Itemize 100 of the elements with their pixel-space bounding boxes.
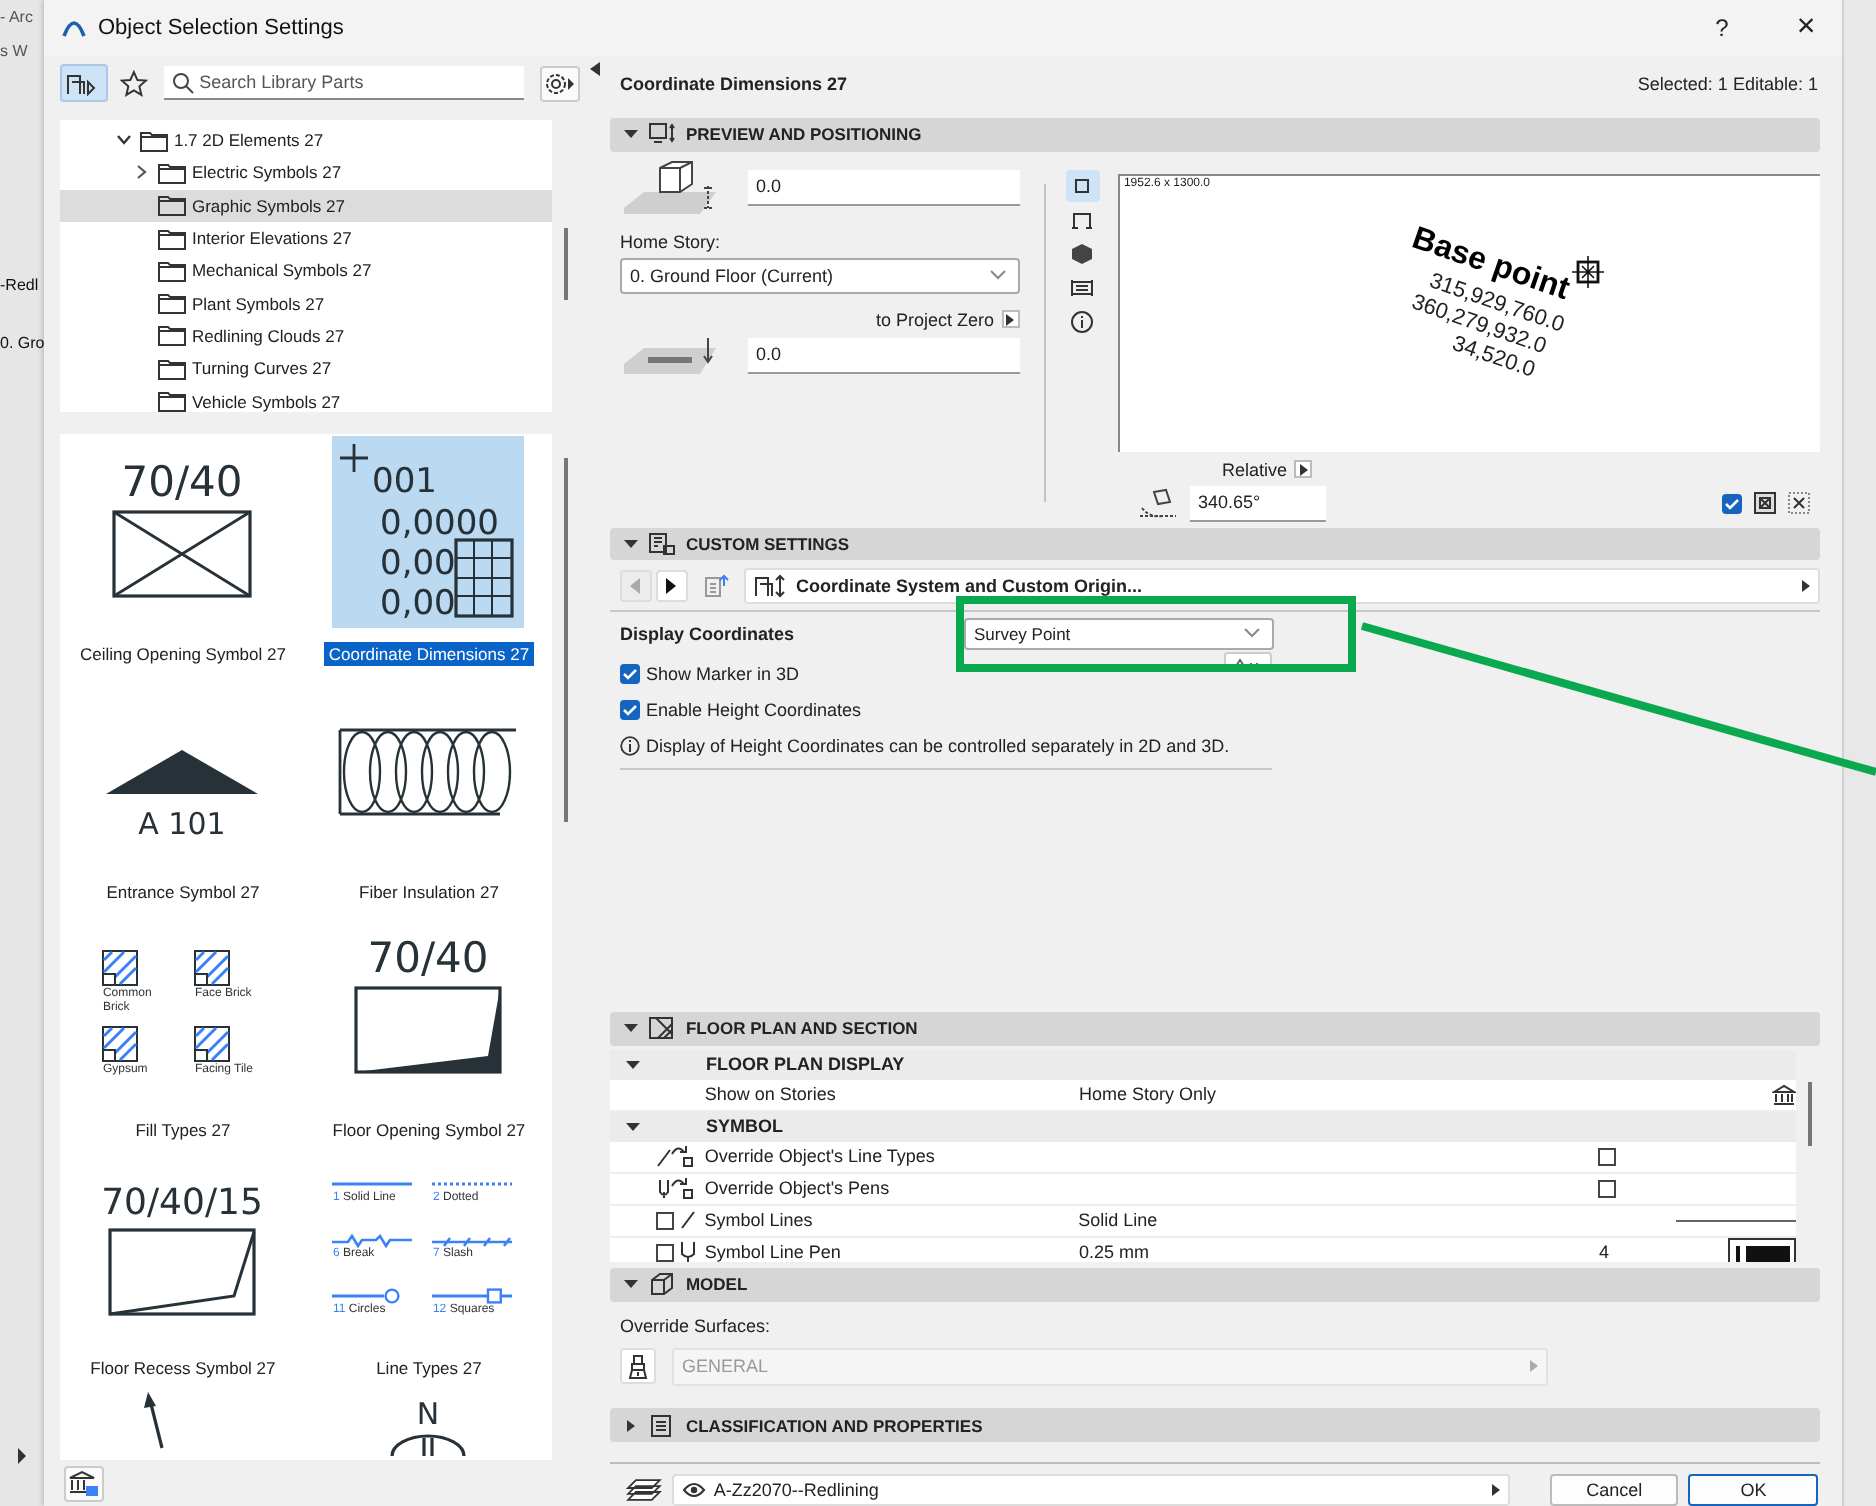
line-sample[interactable] — [1675, 1217, 1796, 1224]
folder-icon — [157, 227, 186, 250]
surface-brush-button[interactable] — [619, 1348, 656, 1385]
view-button[interactable] — [1065, 169, 1100, 202]
cancel-button[interactable]: Cancel — [1549, 1474, 1679, 1506]
folder-icon — [157, 194, 186, 217]
library-menu-button[interactable] — [59, 64, 108, 102]
help-button[interactable]: ? — [1686, 0, 1759, 56]
caret-icon — [623, 128, 638, 141]
property-value[interactable]: Home Story Only — [1078, 1084, 1599, 1105]
project-elevation-field[interactable]: 0.0 — [747, 337, 1020, 374]
part-thumbnail[interactable]: 001 0,0000 0,00 0,00 — [332, 436, 525, 628]
library-manager-button[interactable] — [63, 1465, 104, 1501]
part-thumbnail[interactable]: 70/40 — [86, 436, 279, 628]
search-input[interactable]: Search Library Parts — [199, 72, 520, 92]
section-icon — [647, 1016, 676, 1041]
tree-item[interactable]: Mechanical Symbols 27 — [59, 254, 552, 287]
expand-icon[interactable] — [625, 1121, 640, 1132]
collapse-icon[interactable] — [589, 62, 600, 76]
part-name[interactable]: Line Types 27 — [372, 1356, 486, 1380]
page-selector[interactable]: Coordinate System and Custom Origin... — [743, 568, 1820, 605]
part-name[interactable]: Entrance Symbol 27 — [102, 880, 264, 904]
ok-button[interactable]: OK — [1688, 1474, 1818, 1506]
search-field[interactable]: Search Library Parts — [163, 66, 525, 100]
tree-item[interactable]: Interior Elevations 27 — [59, 221, 552, 255]
part-name[interactable]: Coordinate Dimensions 27 — [324, 642, 534, 666]
line-sample-icon — [332, 1232, 413, 1248]
part-name[interactable]: Fiber Insulation 27 — [355, 880, 503, 904]
thumbnail-text: 001 — [372, 462, 438, 502]
tree-item[interactable]: Redlining Clouds 27 — [59, 319, 552, 353]
expand-icon[interactable] — [16, 1448, 28, 1464]
property-value[interactable]: 0.25 mm — [1078, 1242, 1599, 1262]
part-name[interactable]: Ceiling Opening Symbol 27 — [75, 642, 290, 666]
page-list-icon[interactable] — [703, 574, 732, 599]
reference-menu-button[interactable] — [1001, 310, 1020, 329]
part-thumbnail[interactable]: N — [332, 1388, 525, 1460]
group-title: FLOOR PLAN DISPLAY — [705, 1054, 905, 1075]
checkbox[interactable] — [1598, 1147, 1617, 1166]
expand-icon[interactable] — [625, 1059, 640, 1070]
marker-icon — [1571, 254, 1605, 288]
folder-icon — [157, 357, 186, 380]
plus-icon — [339, 442, 371, 474]
stories-icon[interactable] — [1771, 1083, 1796, 1106]
section-header[interactable]: MODEL — [609, 1267, 1820, 1302]
angle-reference-label: Relative — [1221, 459, 1287, 480]
background-text: - Arc — [0, 8, 35, 26]
chevron-icon[interactable] — [115, 134, 132, 147]
line-override-icon — [656, 1145, 697, 1168]
display-coordinates-dropdown[interactable]: Survey Point — [963, 617, 1274, 650]
angle-field[interactable]: 340.65° — [1189, 485, 1326, 522]
part-thumbnail[interactable]: 70/40 — [332, 912, 525, 1104]
tree-item[interactable]: Turning Curves 27 — [59, 352, 552, 385]
section-header[interactable]: CLASSIFICATION AND PROPERTIES — [609, 1408, 1820, 1443]
part-thumbnail[interactable]: 70/40/15 — [86, 1150, 279, 1342]
star-icon[interactable] — [119, 69, 148, 97]
part-thumbnail[interactable]: A 101 — [86, 674, 279, 866]
checkbox[interactable] — [619, 663, 640, 684]
part-name[interactable]: Fill Types 27 — [131, 1118, 235, 1142]
settings-button[interactable] — [540, 65, 580, 101]
view-icon — [1070, 309, 1095, 334]
checkbox[interactable] — [1598, 1179, 1617, 1198]
close-button[interactable]: × — [1770, 0, 1843, 56]
tree-item[interactable]: Vehicle Symbols 27 — [59, 384, 552, 412]
thumbnail-text: 70/40/15 — [102, 1182, 264, 1224]
layer-selector[interactable]: A-Zz2070--Redlining — [671, 1474, 1510, 1506]
checkbox[interactable] — [619, 699, 640, 720]
selection-summary: Selected: 1 Editable: 1 — [1637, 73, 1818, 94]
mirror-checkbox[interactable] — [1721, 493, 1742, 514]
checkbox[interactable] — [656, 1243, 675, 1262]
pen-sample[interactable] — [1727, 1238, 1796, 1262]
hatch-swatch-icon — [102, 1026, 139, 1063]
tree-item[interactable]: 1.7 2D Elements 27 — [59, 124, 552, 157]
mirror-icon[interactable] — [1753, 492, 1776, 515]
scrollbar-thumb[interactable] — [563, 458, 568, 822]
part-name[interactable]: Floor Opening Symbol 27 — [328, 1118, 530, 1142]
thumbnail-text: 0,0000 — [380, 504, 500, 544]
checkbox[interactable] — [656, 1211, 675, 1230]
part-name[interactable]: Floor Recess Symbol 27 — [86, 1356, 280, 1380]
angle-reference-button[interactable] — [1294, 460, 1313, 479]
chevron-icon[interactable] — [135, 164, 148, 181]
scrollbar-thumb[interactable] — [563, 228, 568, 300]
caret-icon — [623, 1278, 638, 1291]
tree-item[interactable]: Electric Symbols 27 — [59, 156, 552, 190]
property-value[interactable]: Solid Line — [1078, 1210, 1598, 1231]
section-header[interactable]: PREVIEW AND POSITIONING — [609, 117, 1820, 152]
mirror-icon[interactable] — [1787, 492, 1810, 515]
section-header[interactable]: FLOOR PLAN AND SECTION — [609, 1012, 1820, 1046]
home-story-dropdown[interactable]: 0. Ground Floor (Current) — [619, 257, 1020, 294]
tree-item[interactable]: Plant Symbols 27 — [59, 286, 552, 320]
view-icon — [1070, 241, 1095, 266]
checkbox-label: Show Marker in 3D — [645, 663, 799, 684]
play-icon — [1801, 580, 1810, 593]
play-icon — [1491, 1484, 1500, 1497]
section-header[interactable]: CUSTOM SETTINGS — [609, 527, 1820, 561]
scrollbar-thumb[interactable] — [1807, 1081, 1812, 1146]
thumbnail-text: 70/40 — [368, 934, 490, 982]
elevation-field[interactable]: 0.0 — [747, 169, 1020, 206]
next-page-button[interactable] — [655, 570, 688, 603]
play-icon — [1529, 1360, 1538, 1373]
tree-item[interactable]: Graphic Symbols 27 — [59, 189, 552, 222]
